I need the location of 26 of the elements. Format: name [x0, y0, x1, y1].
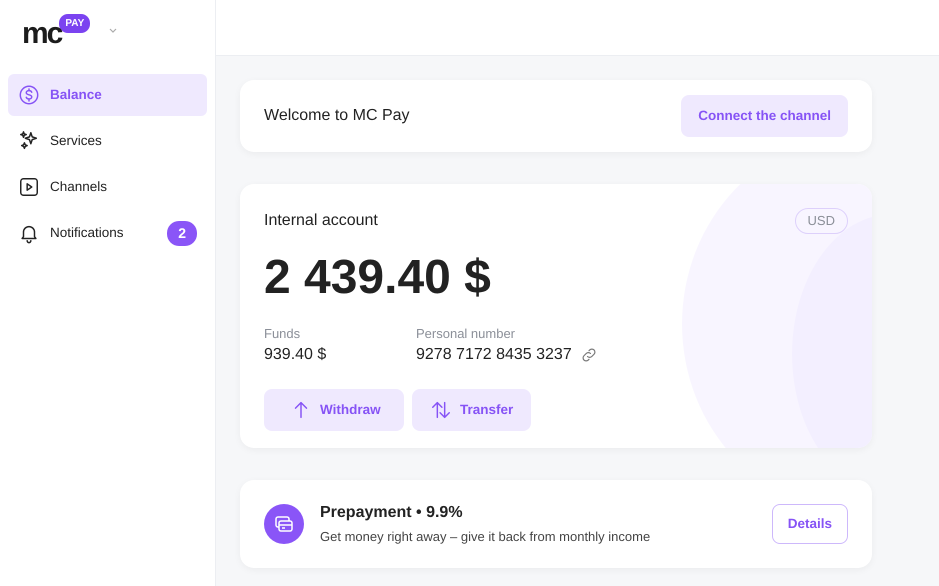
- play-icon: [18, 176, 40, 198]
- swap-arrows-icon: [430, 399, 452, 421]
- dollar-icon: [18, 84, 40, 106]
- number-label: Personal number: [416, 324, 516, 342]
- connect-channel-button[interactable]: Connect the channel: [681, 94, 848, 138]
- details-button[interactable]: Details: [772, 504, 848, 544]
- sparkles-icon: [18, 130, 40, 152]
- count-badge: 2: [167, 220, 197, 246]
- sidebar-item[interactable]: Notifications 2: [8, 212, 207, 254]
- chevron-icon[interactable]: [108, 28, 118, 34]
- link-icon[interactable]: [580, 346, 598, 364]
- account-title: Internal account: [264, 210, 378, 231]
- prepayment-subtitle: Get money right away – give it back from monthly income: [320, 528, 652, 546]
- sidebar-item[interactable]: Services: [8, 120, 207, 162]
- card-icon: [264, 504, 304, 544]
- personal-number: 9278 7172 8435 3237: [416, 345, 572, 365]
- action-button[interactable]: Withdraw: [264, 389, 404, 431]
- currency-tag: USD: [794, 208, 848, 234]
- funds-label: Funds: [264, 324, 302, 342]
- sidebar-item[interactable]: Balance: [8, 74, 207, 116]
- welcome-title: Welcome to MC Pay: [264, 106, 410, 126]
- prepayment-title: Prepayment • 9.9%: [320, 503, 464, 524]
- funds-value: 939.40 $: [264, 345, 328, 365]
- sidebar-item[interactable]: Channels: [8, 166, 207, 208]
- balance-amount: 2 439.40 $: [264, 254, 492, 302]
- action-button[interactable]: Transfer: [412, 389, 532, 431]
